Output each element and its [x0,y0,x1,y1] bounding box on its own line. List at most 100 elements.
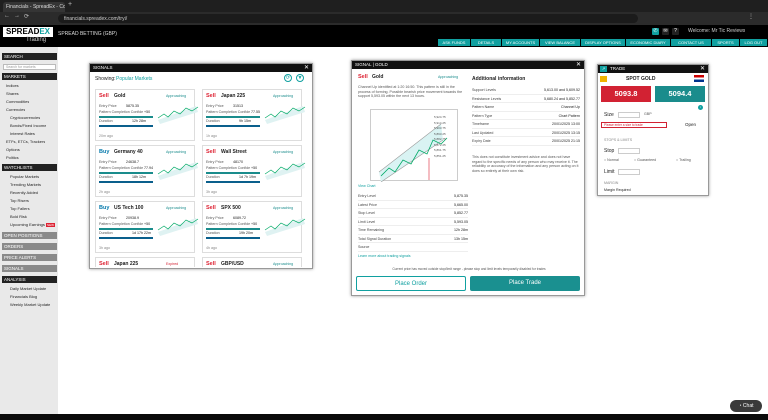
stop-input[interactable] [618,148,640,154]
logo[interactable]: SPREADEX [3,27,54,37]
sidebar-item-indices[interactable]: Indices [6,83,19,88]
signal-card[interactable]: Buy US Tech 100 Approaching Entry Price 2… [95,201,199,253]
info-label: Last Updated [472,130,494,135]
signal-market-name: SPX 500 [221,205,241,211]
forward-icon[interactable]: → [14,13,20,19]
signal-card[interactable]: Sell GBP/USD Approaching [202,257,302,267]
confidence-bar [99,228,153,230]
signal-detail-title: SIGNAL | GOLD [352,61,584,69]
sell-price-button[interactable]: 5093.8 [601,86,651,102]
sidebar-item-interest-rates[interactable]: Interest Rates [10,131,35,136]
duration-bar [206,181,260,183]
back-icon[interactable]: ← [4,13,10,19]
sidebar-item-top-risers[interactable]: Top Risers [10,198,29,203]
browser-tab[interactable]: Financials - SpreadEx - Conver [3,2,65,12]
info-value: 20/01/2025 13:00 [552,122,580,126]
sidebar-signals[interactable]: SIGNALS [2,265,57,272]
signal-card[interactable]: Sell Gold Approaching Entry Price 5875.35… [95,89,199,141]
normal-radio[interactable]: ○ Normal [604,158,619,162]
signal-card[interactable]: Sell Japan 225 Expired [95,257,195,267]
filter-icon[interactable]: ▼ [296,74,304,82]
signal-status: Approaching [273,262,294,266]
disclaimer: This does not constitute investment advi… [472,155,579,173]
sidebar-orders[interactable]: ORDERS [2,243,57,250]
sidebar-item-bonds[interactable]: Bonds/Fixed Income [10,123,46,128]
sidebar-item-shares[interactable]: Shares [6,91,19,96]
signal-card[interactable]: Buy Germany 40 Approaching Entry Price 24… [95,145,199,197]
signal-card[interactable]: Sell Japan 225 Approaching Entry Price 31… [202,89,306,141]
close-icon[interactable]: ✕ [576,61,581,69]
sidebar-item-politics[interactable]: Politics [6,155,19,160]
account-selector[interactable]: SPREAD BETTING (GBP) [58,31,117,37]
buy-price-button[interactable]: 5094.4 [655,86,705,102]
duration-bar [99,237,153,239]
sidebar-item-weekly-update[interactable]: Weekly Market Update [10,302,50,307]
address-bar[interactable]: financials.spreadex.com/tryi/ [58,14,638,23]
signal-mini-chart [157,106,199,124]
detail-row: Stop Level 5,852.77 [358,209,468,218]
sidebar-item-bold-risk[interactable]: Bold Risk [10,214,27,219]
nav-view-balance[interactable]: VIEW BALANCE [540,39,580,46]
signal-card[interactable]: Sell Wall Street Approaching Entry Price … [202,145,306,197]
close-icon[interactable]: ✕ [700,65,705,73]
sidebar-item-commodities[interactable]: Commodities [6,99,29,104]
nav-details[interactable]: DETAILS [471,39,501,46]
signal-status: Approaching [273,150,294,154]
signal-mini-chart [264,218,306,236]
sidebar-item-blog[interactable]: Financials Blog [10,294,37,299]
chat-button[interactable]: ◔ Chat [730,400,762,412]
close-icon[interactable]: ✕ [304,64,309,72]
nav-my-accounts[interactable]: MY ACCOUNTS [502,39,539,46]
nav-display-options[interactable]: DISPLAY OPTIONS [581,39,625,46]
sidebar-item-top-fallers[interactable]: Top Fallers [10,206,30,211]
sidebar-item-popular[interactable]: Popular Markets [10,174,39,179]
guaranteed-radio[interactable]: ○ Guaranteed [634,158,656,162]
phone-icon[interactable]: ✆ [652,28,659,35]
sidebar-item-recently-added[interactable]: Recently Added [10,190,38,195]
mail-icon[interactable]: ✉ [662,28,669,35]
entry-label: Entry Price [99,160,117,164]
size-error: Please enter a size to trade [601,122,667,128]
search-input[interactable]: Search for markets [3,64,56,70]
signal-direction: Sell [206,149,216,155]
sidebar-price-alerts[interactable]: PRICE ALERTS [2,254,57,261]
signal-mini-chart [264,106,306,124]
nav-ask-funds[interactable]: ASK FUNDS [438,39,470,46]
help-icon[interactable]: ? [672,28,679,35]
duration-value: 12h 28m [132,119,146,123]
new-tab-icon[interactable]: + [68,1,72,8]
watchlist-dropdown[interactable]: Popular Markets [116,76,152,82]
nav-contact-us[interactable]: CONTACT US [671,39,711,46]
signal-card[interactable]: Sell SPX 500 Approaching Entry Price 6089… [202,201,306,253]
learn-more-link[interactable]: Learn more about trading signals [358,254,411,258]
browser-menu-icon[interactable]: ⋮ [748,13,754,20]
place-order-button[interactable]: Place Order [356,276,466,291]
flag-icon [694,75,704,82]
limit-input[interactable] [618,169,640,175]
view-chart-link[interactable]: View Chart [358,184,376,188]
detail-value: 12h 28m [454,228,468,232]
size-input[interactable] [618,112,640,118]
duration-value: 1d 17h 22m [132,231,151,235]
sidebar-item-trending[interactable]: Trending Markets [10,182,41,187]
confidence-label: Pattern Completion Confidence [206,166,250,170]
nav-sports[interactable]: SPORTS [712,39,739,46]
sidebar-open-positions[interactable]: OPEN POSITIONS [2,232,57,239]
signal-age: 3h ago [206,190,217,194]
reload-icon[interactable]: ⟳ [24,13,29,20]
place-trade-button[interactable]: Place Trade [470,276,580,291]
sidebar-item-daily-update[interactable]: Daily Market Update [10,286,46,291]
sidebar-item-upcoming-earnings[interactable]: Upcoming Earnings [10,222,45,227]
refresh-icon[interactable]: ⟳ [284,74,292,82]
info-icon[interactable]: i [698,105,703,110]
nav-economic-diary[interactable]: ECONOMIC DIARY [626,39,670,46]
sidebar-item-currencies[interactable]: Currencies [6,107,25,112]
sidebar-item-etfs[interactable]: ETFs, ETCs, Trackers [6,139,45,144]
sidebar-item-options[interactable]: Options [6,147,20,152]
nav-log-out[interactable]: LOG OUT [740,39,767,46]
sidebar-item-crypto[interactable]: Cryptocurrencies [10,115,40,120]
detail-row: Total Signal Duration 13h 15m [358,235,468,243]
entry-value: 6089.72 [233,216,246,220]
confidence-value: 77.94 [144,166,153,170]
trailing-radio[interactable]: ○ Trailing [676,158,691,162]
